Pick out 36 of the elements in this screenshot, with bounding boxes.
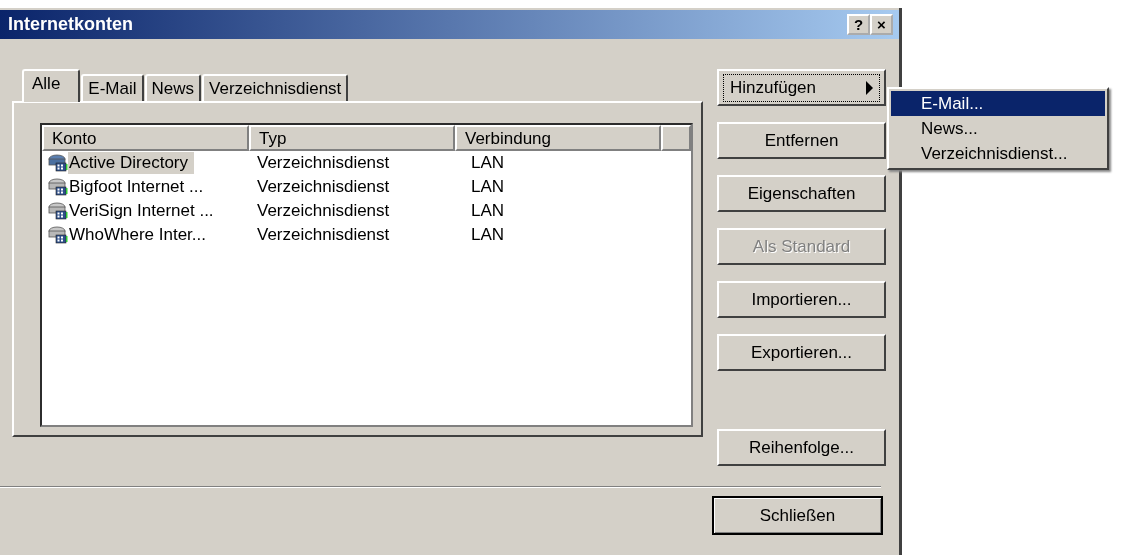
menu-item[interactable]: News... — [891, 116, 1105, 141]
dialog-button[interactable]: Reihenfolge... — [717, 429, 886, 466]
tab[interactable]: Alle — [22, 69, 81, 102]
tab[interactable]: Verzeichnisdienst — [202, 74, 349, 101]
close-button[interactable]: × — [870, 14, 893, 35]
table-cell: LAN — [471, 201, 505, 220]
directory-server-icon — [48, 178, 68, 196]
table-cell[interactable]: Bigfoot Internet ... — [68, 176, 210, 198]
close-dialog-button[interactable]: Schließen — [712, 496, 883, 535]
window-title: Internetkonten — [8, 14, 133, 35]
menu-item[interactable]: E-Mail... — [891, 91, 1105, 116]
table-cell: LAN — [471, 177, 505, 196]
column-header[interactable]: Typ — [249, 125, 455, 151]
help-button[interactable]: ? — [847, 14, 870, 35]
dialog-button[interactable]: Importieren... — [717, 281, 886, 318]
tab[interactable]: E-Mail — [81, 74, 144, 101]
directory-server-icon — [48, 226, 68, 244]
dialog-button[interactable]: Hinzufügen — [717, 69, 886, 106]
table-cell: LAN — [471, 225, 505, 244]
table-cell: Verzeichnisdienst — [257, 225, 390, 244]
column-header[interactable]: Konto — [42, 125, 249, 151]
directory-server-icon — [48, 202, 68, 220]
table-cell: LAN — [471, 153, 505, 172]
menu-item[interactable]: Verzeichnisdienst... — [891, 141, 1105, 166]
tab[interactable]: News — [144, 74, 202, 101]
table-cell[interactable]: WhoWhere Inter... — [68, 224, 212, 246]
table-cell: Verzeichnisdienst — [257, 177, 390, 196]
dialog-button[interactable]: Eigenschaften — [717, 175, 886, 212]
dialog-button[interactable]: Exportieren... — [717, 334, 886, 371]
table-cell[interactable]: Active Directory — [68, 152, 195, 174]
directory-server-icon — [48, 154, 68, 172]
table-cell[interactable]: VeriSign Internet ... — [68, 200, 220, 222]
dialog-button[interactable]: Entfernen — [717, 122, 886, 159]
table-cell: Verzeichnisdienst — [257, 201, 390, 220]
column-header[interactable]: Verbindung — [455, 125, 661, 151]
table-cell: Verzeichnisdienst — [257, 153, 390, 172]
